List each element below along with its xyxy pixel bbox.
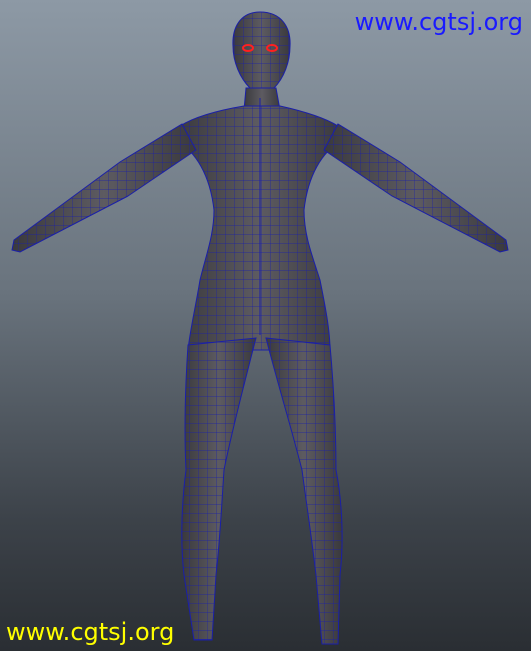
mesh-body — [11, 11, 509, 645]
watermark-top: www.cgtsj.org — [354, 8, 523, 36]
humanoid-mesh-model[interactable] — [0, 0, 531, 651]
watermark-bottom: www.cgtsj.org — [6, 618, 175, 646]
3d-viewport[interactable]: www.cgtsj.org www.cgtsj.org — [0, 0, 531, 651]
